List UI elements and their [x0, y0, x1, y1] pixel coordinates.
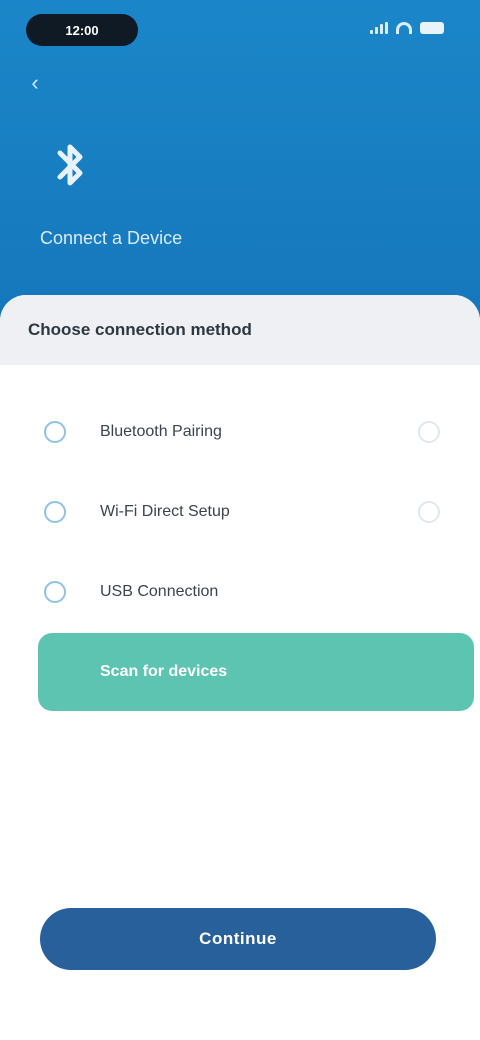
signal-icon: [370, 22, 388, 34]
wifi-icon: [396, 22, 412, 34]
status-time: 12:00: [26, 14, 138, 46]
option-label: USB Connection: [100, 583, 219, 600]
status-bar: 12:00: [0, 0, 480, 60]
bluetooth-icon: [57, 144, 83, 186]
option-row-wifi[interactable]: Wi-Fi Direct Setup: [44, 492, 440, 532]
option-label: Bluetooth Pairing: [100, 423, 222, 440]
option-row-bluetooth[interactable]: Bluetooth Pairing: [44, 412, 440, 452]
radio-icon[interactable]: [44, 421, 66, 443]
sheet-title: Choose connection method: [28, 320, 252, 339]
option-label: Wi-Fi Direct Setup: [100, 503, 230, 520]
radio-icon[interactable]: [44, 581, 66, 603]
scan-devices-button[interactable]: Scan for devices: [38, 633, 474, 711]
option-row-usb[interactable]: USB Connection: [44, 572, 440, 612]
status-icons: [370, 22, 444, 34]
continue-button[interactable]: Continue: [40, 908, 436, 970]
page-title: Connect a Device: [40, 228, 183, 248]
check-circle-icon: [418, 501, 440, 523]
radio-icon[interactable]: [44, 501, 66, 523]
back-arrow-icon[interactable]: ‹: [22, 70, 48, 96]
sheet-header: Choose connection method: [0, 295, 480, 365]
check-circle-icon: [418, 421, 440, 443]
battery-icon: [420, 22, 444, 34]
header: 12:00 ‹ Connect a Device: [0, 0, 480, 330]
